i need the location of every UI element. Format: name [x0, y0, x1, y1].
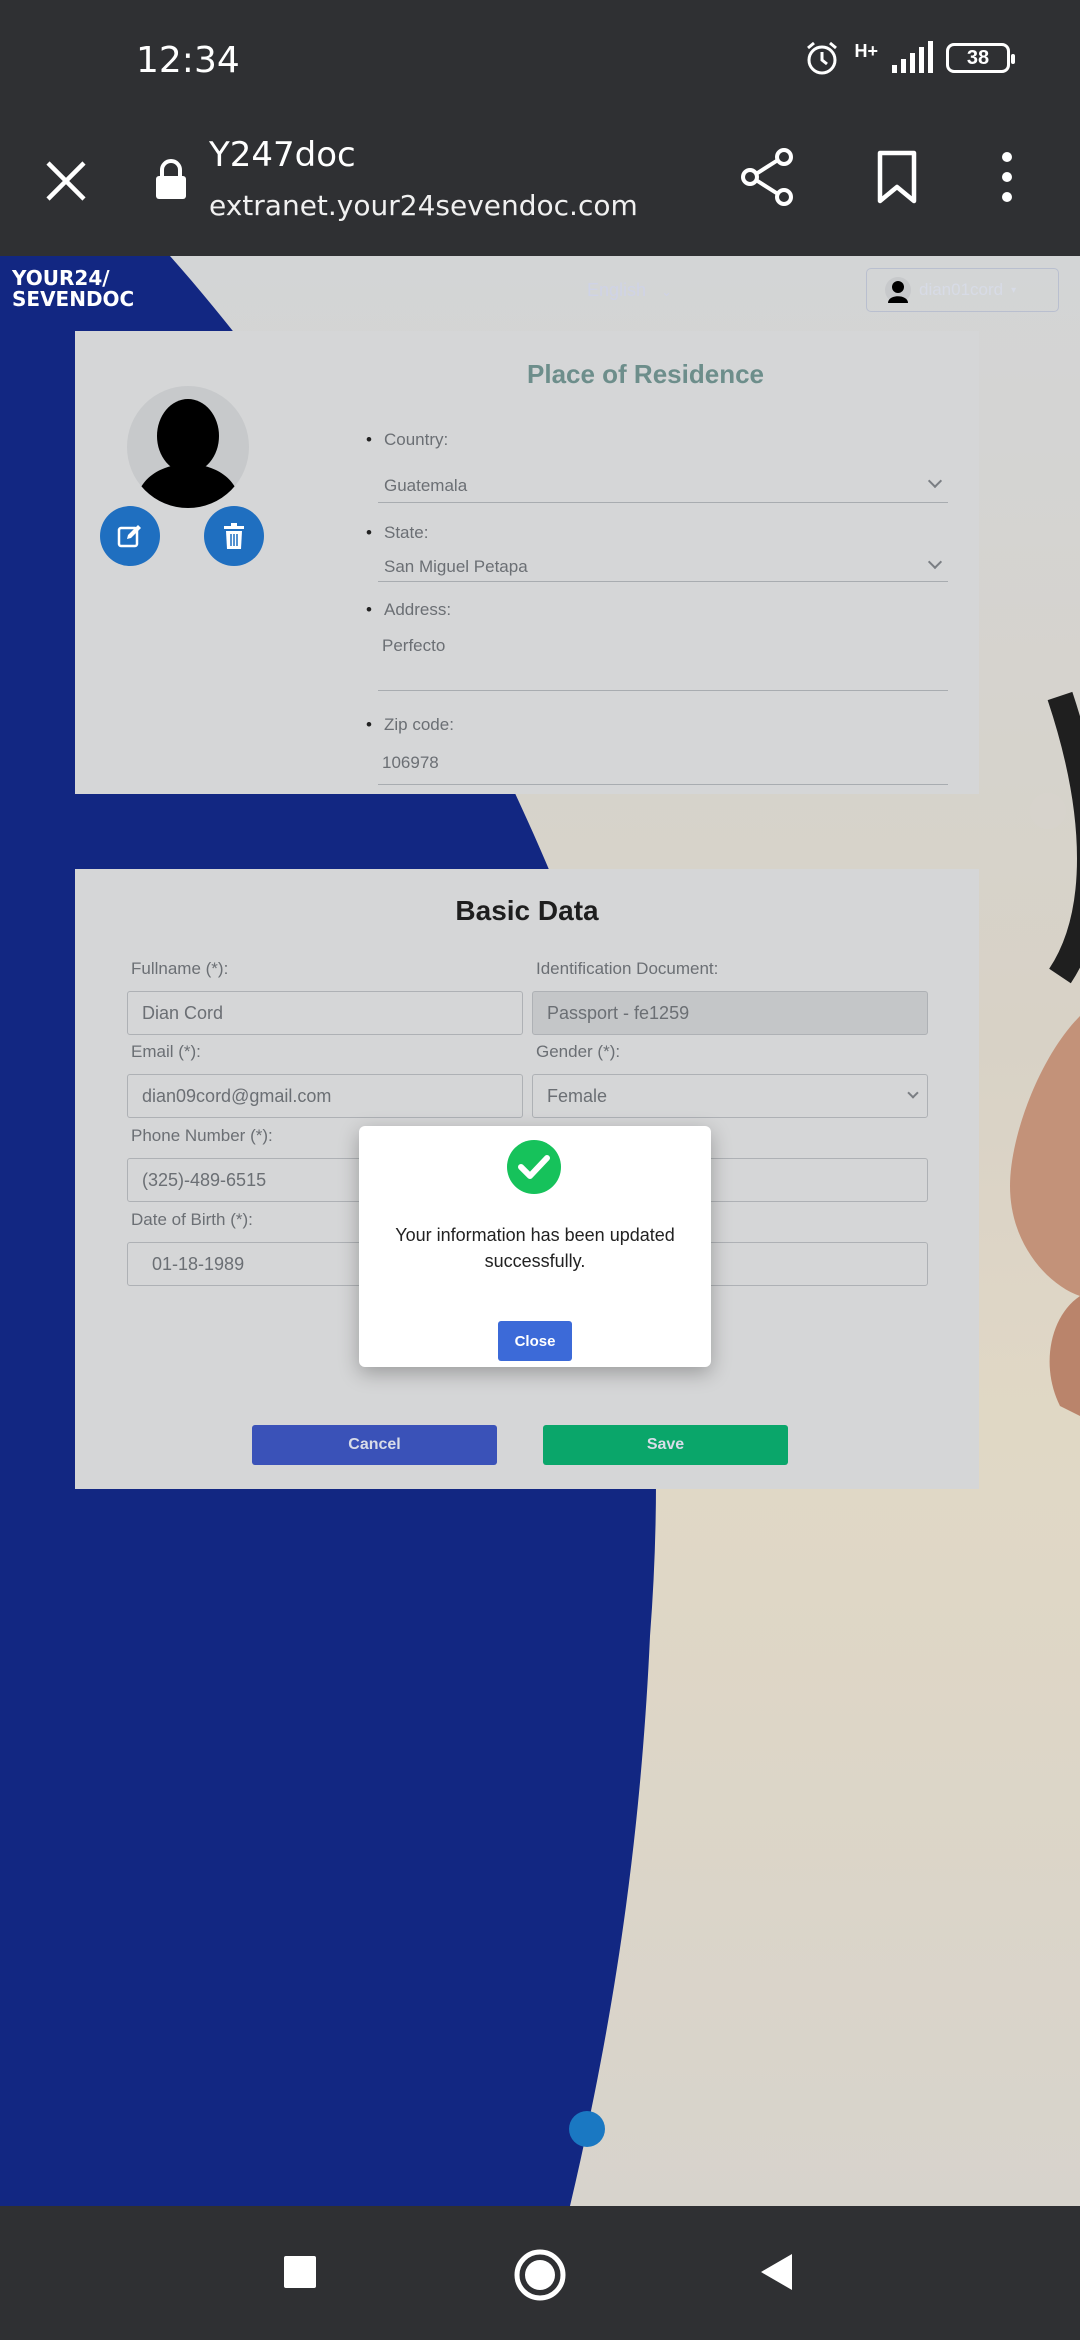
- share-icon[interactable]: [740, 147, 796, 207]
- status-time: 12:34: [136, 40, 240, 81]
- email-label: Email (*):: [131, 1042, 201, 1061]
- network-type: H+: [854, 40, 878, 61]
- page-url[interactable]: extranet.your24sevendoc.com: [209, 189, 638, 222]
- system-nav-bar: [0, 2214, 1080, 2340]
- success-message: Your information has been updated succes…: [395, 1225, 675, 1271]
- phone-label: Phone Number (*):: [131, 1126, 273, 1145]
- lock-icon: [156, 159, 186, 199]
- user-avatar-icon: [885, 277, 911, 303]
- edit-icon: [117, 525, 141, 548]
- zip-label: Zip code:: [366, 715, 454, 735]
- logo-line-2: SEVENDOC: [12, 287, 135, 311]
- user-menu[interactable]: dian01cord ▾: [866, 268, 1059, 312]
- username: dian01cord: [919, 280, 1004, 299]
- close-modal-button[interactable]: Close: [498, 1321, 572, 1361]
- chevron-down-icon: [927, 473, 943, 489]
- logo-line-1: YOUR24/: [12, 266, 110, 290]
- id-document-label: Identification Document:: [536, 959, 719, 978]
- chevron-down-icon: ⌄: [661, 284, 672, 299]
- user-silhouette-icon: [135, 399, 241, 508]
- caret-down-icon: ▾: [1011, 284, 1017, 296]
- site-logo[interactable]: YOUR24/ SEVENDOC: [12, 268, 134, 310]
- basic-data-title: Basic Data: [455, 895, 599, 926]
- edit-photo-button[interactable]: [100, 506, 160, 566]
- alarm-icon: [807, 41, 838, 75]
- battery-level: 38: [966, 46, 990, 69]
- battery-icon: 38: [946, 43, 1015, 73]
- fullname-value: Dian Cord: [142, 1002, 224, 1023]
- country-underline: [378, 502, 948, 503]
- residence-card: Place of Residence Country: Guatemala St…: [75, 331, 979, 794]
- save-button[interactable]: Save: [543, 1425, 788, 1465]
- id-document-value: Passport - fe1259: [547, 1002, 690, 1023]
- back-triangle-icon[interactable]: [758, 2252, 794, 2292]
- phone-value: (325)-489-6515: [142, 1169, 267, 1190]
- language-label: English: [587, 280, 647, 300]
- address-underline: [378, 690, 948, 691]
- dob-value: 01-18-1989: [152, 1253, 245, 1274]
- success-check-icon: [507, 1140, 561, 1194]
- close-icon[interactable]: [40, 155, 92, 207]
- address-label: Address:: [366, 600, 451, 620]
- country-select[interactable]: Guatemala: [378, 464, 948, 503]
- floating-dot[interactable]: [569, 2111, 605, 2147]
- fullname-label: Fullname (*):: [131, 959, 229, 978]
- checkmark-icon: [518, 1155, 550, 1179]
- profile-avatar: [127, 386, 249, 508]
- chevron-down-icon: [907, 1087, 919, 1099]
- web-viewport[interactable]: YOUR24/ SEVENDOC English ⌄ dian01cord ▾: [0, 256, 1080, 2206]
- language-selector[interactable]: English ⌄: [587, 280, 672, 301]
- signal-icon: [892, 41, 933, 73]
- country-label: Country:: [366, 430, 448, 450]
- bookmark-icon[interactable]: [876, 149, 918, 205]
- address-value: Perfecto: [382, 636, 446, 655]
- more-options-icon[interactable]: [1000, 151, 1014, 203]
- country-value: Guatemala: [384, 476, 468, 495]
- recents-square-icon[interactable]: [282, 2254, 318, 2290]
- id-document-input: Passport - fe1259: [532, 991, 928, 1035]
- state-value: San Miguel Petapa: [384, 557, 528, 576]
- state-underline: [378, 581, 948, 582]
- fullname-input[interactable]: Dian Cord: [127, 991, 523, 1035]
- zip-value: 106978: [382, 753, 439, 772]
- zip-underline: [378, 784, 948, 785]
- status-bar: 12:34 H+ 38: [0, 0, 1080, 125]
- gender-label: Gender (*):: [536, 1042, 621, 1061]
- gender-value: Female: [547, 1085, 608, 1106]
- zip-input[interactable]: 106978: [378, 741, 948, 785]
- browser-toolbar: Y247doc extranet.your24sevendoc.com: [0, 125, 1080, 255]
- cancel-button[interactable]: Cancel: [252, 1425, 497, 1465]
- address-input[interactable]: Perfecto: [378, 626, 948, 691]
- state-label: State:: [366, 523, 429, 543]
- residence-title: Place of Residence: [527, 359, 764, 389]
- state-select[interactable]: San Miguel Petapa: [378, 545, 948, 582]
- success-modal: Your information has been updated succes…: [359, 1126, 711, 1367]
- gender-select[interactable]: Female: [532, 1074, 928, 1118]
- home-circle-icon[interactable]: [513, 2248, 567, 2302]
- email-value: dian09cord@gmail.com: [142, 1085, 332, 1106]
- delete-photo-button[interactable]: [204, 506, 264, 566]
- trash-icon: [224, 523, 244, 549]
- status-icons: H+ 38: [802, 38, 1015, 78]
- dob-label: Date of Birth (*):: [131, 1210, 253, 1229]
- page-title: Y247doc: [209, 135, 356, 175]
- chevron-down-icon: [927, 554, 943, 570]
- email-input[interactable]: dian09cord@gmail.com: [127, 1074, 523, 1118]
